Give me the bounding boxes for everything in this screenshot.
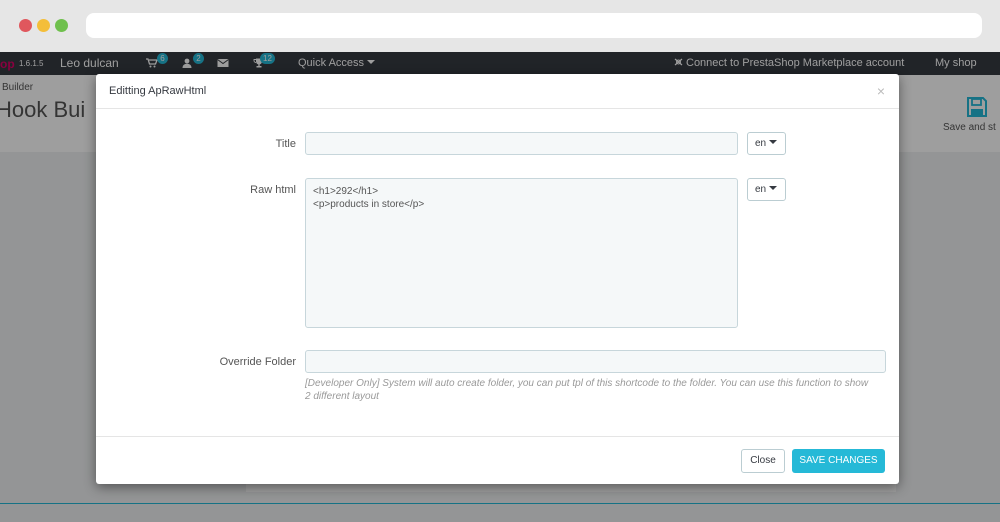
override-folder-help: [Developer Only] System will auto create… (305, 378, 869, 402)
raw-html-label: Raw html (250, 184, 296, 196)
chevron-down-icon (769, 186, 778, 190)
override-folder-label: Override Folder (219, 356, 296, 368)
window-close-dot[interactable] (19, 19, 32, 32)
modal-footer: Close SAVE CHANGES (96, 436, 899, 484)
title-language-dropdown[interactable]: en (747, 132, 786, 155)
close-icon[interactable]: × (877, 83, 885, 99)
window-maximize-dot[interactable] (55, 19, 68, 32)
title-language-value: en (755, 138, 767, 149)
edit-raw-html-modal: Editting ApRawHtml × Title en Raw html <… (96, 74, 899, 484)
address-bar[interactable] (86, 13, 982, 38)
save-changes-button[interactable]: SAVE CHANGES (792, 449, 885, 473)
raw-html-language-dropdown[interactable]: en (747, 178, 786, 201)
chevron-down-icon (769, 140, 778, 144)
title-input[interactable] (305, 132, 738, 155)
title-label: Title (275, 138, 296, 150)
override-folder-input[interactable] (305, 350, 886, 373)
raw-html-textarea[interactable]: <h1>292</h1> <p>products in store</p> (305, 178, 738, 328)
browser-chrome (0, 0, 1000, 52)
raw-html-language-value: en (755, 184, 767, 195)
window-minimize-dot[interactable] (37, 19, 50, 32)
close-button[interactable]: Close (741, 449, 785, 473)
modal-title: Editting ApRawHtml (109, 85, 207, 97)
modal-header: Editting ApRawHtml × (96, 74, 899, 109)
